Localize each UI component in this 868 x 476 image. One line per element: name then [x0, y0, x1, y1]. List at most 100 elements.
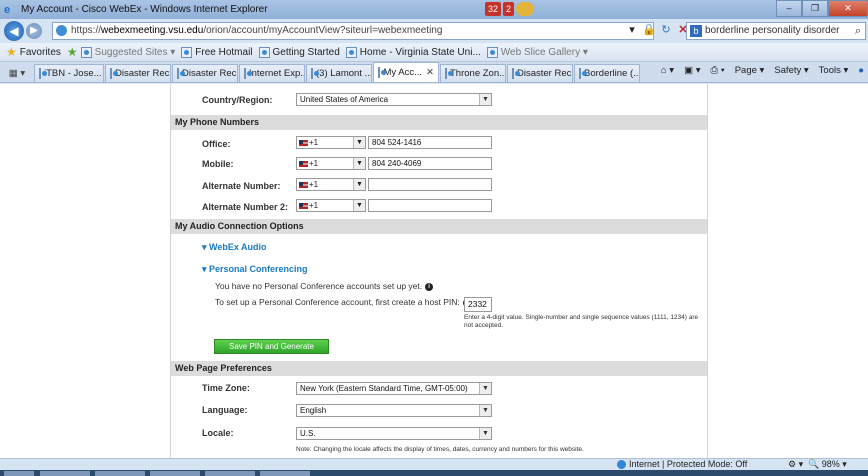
security-zone[interactable]: Internet | Protected Mode: Off: [617, 459, 747, 470]
home-icon[interactable]: ⌂ ▾: [661, 65, 674, 76]
language-select[interactable]: English ▼: [296, 404, 492, 417]
alternate-2-country-code[interactable]: +1 ▼: [296, 199, 366, 212]
office-country-code[interactable]: +1 ▼: [296, 136, 366, 149]
ie-logo-icon: e: [4, 3, 11, 16]
minimize-button[interactable]: –: [776, 0, 802, 17]
favorites-button[interactable]: ★ Favorites: [6, 45, 61, 59]
tab-itbn[interactable]: iTBN - Jose...: [34, 64, 104, 82]
help-icon[interactable]: ●: [858, 65, 864, 76]
close-tab-icon[interactable]: ✕: [426, 67, 434, 78]
page-icon: [311, 68, 319, 79]
country-code: +1: [309, 159, 319, 168]
tab-bar: ▦ ▾ iTBN - Jose... Disaster Rec... Disas…: [0, 62, 868, 83]
alternate-number-2-input[interactable]: [368, 199, 492, 212]
alternate-country-code[interactable]: +1 ▼: [296, 178, 366, 191]
page-icon: [80, 46, 92, 58]
us-flag-icon: [299, 181, 308, 188]
country-select[interactable]: United States of America ▼: [296, 93, 492, 106]
zoom-level[interactable]: 🔍 98% ▾: [808, 459, 847, 470]
audio-section-header: My Audio Connection Options: [171, 219, 707, 234]
us-flag-icon: [299, 139, 308, 146]
tab-label: Disaster Rec...: [182, 68, 237, 79]
zone-text: Internet | Protected Mode: Off: [629, 459, 748, 469]
tab-lamont[interactable]: (3) Lamont ...: [306, 64, 372, 82]
notification-badges: 32 2 .: [485, 2, 535, 16]
language-label: Language:: [202, 405, 248, 415]
alternate-number-label: Alternate Number:: [202, 181, 281, 191]
quick-tabs-icon[interactable]: ▦ ▾: [0, 64, 34, 82]
bing-icon: b: [690, 25, 702, 37]
search-icon[interactable]: ⌕: [855, 23, 861, 39]
personal-conferencing-toggle[interactable]: ▾ Personal Conferencing: [202, 264, 308, 275]
taskbar-item[interactable]: [150, 471, 200, 476]
tab-label: iTBN - Jose...: [44, 68, 102, 79]
page-icon: [39, 68, 47, 79]
title-bar: e My Account - Cisco WebEx - Windows Int…: [0, 0, 868, 19]
chevron-down-icon: ▼: [479, 405, 491, 416]
timezone-select[interactable]: New York (Eastern Standard Time, GMT-05:…: [296, 382, 492, 395]
feeds-icon[interactable]: ▣ ▾: [684, 65, 700, 76]
preferences-section-header: Web Page Preferences: [171, 361, 707, 376]
taskbar-item[interactable]: [205, 471, 255, 476]
badge-indicator: .: [516, 2, 535, 16]
back-button[interactable]: ◀: [4, 21, 24, 41]
mobile-label: Mobile:: [202, 159, 234, 169]
taskbar-item[interactable]: [40, 471, 90, 476]
timezone-label: Time Zone:: [202, 383, 250, 393]
taskbar-item[interactable]: [260, 471, 310, 476]
tab-label: Disaster Rec...: [115, 68, 170, 79]
chevron-down-icon: ▼: [353, 158, 365, 169]
tab-my-account[interactable]: My Acc... ✕: [373, 62, 439, 82]
print-icon[interactable]: ⎙ ▾: [710, 65, 724, 76]
dropdown-arrow-icon[interactable]: ▾: [625, 22, 639, 38]
office-number-input[interactable]: 804 524-1416: [368, 136, 492, 149]
tools-menu[interactable]: Tools ▾: [819, 65, 849, 76]
safety-menu[interactable]: Safety ▾: [774, 65, 808, 76]
tab-label: Internet Exp...: [249, 68, 305, 79]
tab-disaster-3[interactable]: Disaster Rec...: [507, 64, 573, 82]
close-window-button[interactable]: ✕: [828, 0, 868, 17]
save-pin-button[interactable]: Save PIN and Generate Account: [214, 339, 329, 365]
favorite-label: Web Slice Gallery ▾: [500, 46, 588, 58]
page-menu[interactable]: Page ▾: [735, 65, 765, 76]
page-icon: [512, 68, 520, 79]
phone-section-header: My Phone Numbers: [171, 115, 707, 130]
webex-audio-toggle[interactable]: ▾ WebEx Audio: [202, 242, 267, 253]
tab-internet-explorer[interactable]: Internet Exp...: [239, 64, 305, 82]
country-label: Country/Region:: [202, 95, 273, 105]
url-input[interactable]: https://webexmeeting.vsu.edu/orion/accou…: [52, 22, 654, 40]
timezone-value: New York (Eastern Standard Time, GMT-05:…: [300, 384, 468, 393]
favorite-web-slice-gallery[interactable]: Web Slice Gallery ▾: [486, 46, 588, 58]
zoom-value: 98%: [821, 459, 840, 469]
info-icon[interactable]: i: [425, 282, 434, 291]
tab-throne-zone[interactable]: Throne Zon...: [440, 64, 506, 82]
host-pin-input[interactable]: 2332: [464, 297, 492, 312]
alternate-number-input[interactable]: [368, 178, 492, 191]
no-accounts-text: You have no Personal Conference accounts…: [215, 281, 434, 291]
favorite-getting-started[interactable]: Getting Started: [258, 46, 340, 58]
forward-button[interactable]: ▶: [26, 23, 42, 39]
tab-label: Borderline (...: [584, 68, 640, 79]
tab-label: Disaster Rec...: [517, 68, 572, 79]
mobile-number-input[interactable]: 804 240-4069: [368, 157, 492, 170]
protected-mode-icon[interactable]: ⚙ ▾: [788, 459, 803, 470]
locale-select[interactable]: U.S. ▼: [296, 427, 492, 440]
favorite-free-hotmail[interactable]: Free Hotmail: [181, 46, 253, 58]
page-icon: [486, 46, 498, 58]
country-code: +1: [309, 138, 319, 147]
alternate-number-2-label: Alternate Number 2:: [202, 202, 289, 212]
favorite-home-vsu[interactable]: Home - Virginia State Uni...: [345, 46, 481, 58]
maximize-button[interactable]: ❐: [802, 0, 828, 17]
tab-disaster-1[interactable]: Disaster Rec...: [105, 64, 171, 82]
taskbar-item[interactable]: [95, 471, 145, 476]
refresh-icon[interactable]: ↻: [659, 22, 673, 38]
start-button[interactable]: [4, 471, 34, 476]
site-globe-icon: [56, 25, 67, 36]
mobile-country-code[interactable]: +1 ▼: [296, 157, 366, 170]
search-input[interactable]: b borderline personality disorder ⌕: [686, 22, 866, 40]
favorite-suggested-sites[interactable]: ★ Suggested Sites ▾: [67, 45, 175, 59]
tab-disaster-2[interactable]: Disaster Rec...: [172, 64, 238, 82]
setup-message: To set up a Personal Conference account,…: [215, 297, 460, 307]
tab-borderline[interactable]: Borderline (...: [574, 64, 640, 82]
lock-icon[interactable]: 🔒: [642, 22, 656, 38]
